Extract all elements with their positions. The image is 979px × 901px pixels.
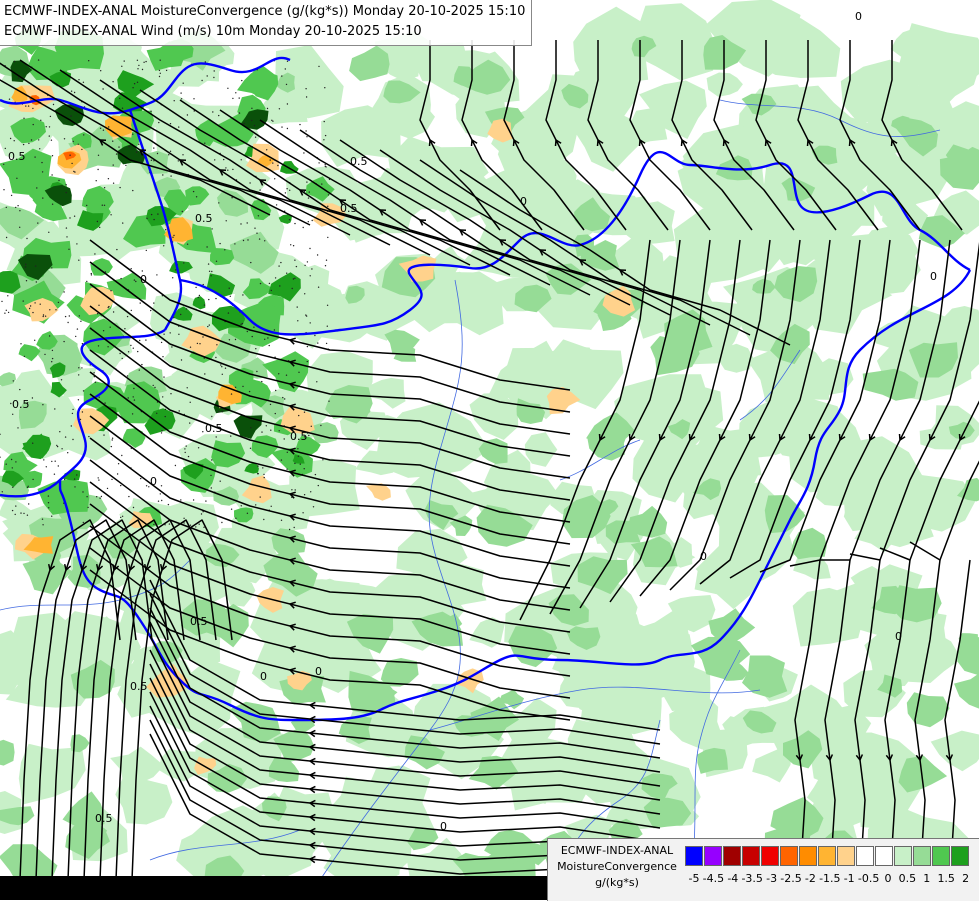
contour-label: 0.5 [195, 212, 213, 225]
legend-parameter: MoistureConvergence [557, 860, 677, 873]
legend-tick: 0 [884, 872, 892, 885]
legend-tick: 2 [962, 872, 970, 885]
legend-swatch [799, 846, 817, 866]
legend-swatch [818, 846, 836, 866]
legend-tick: 0.5 [898, 872, 917, 885]
contour-label: 0 [150, 475, 157, 488]
contour-label: 0.5 [290, 430, 308, 443]
legend-tick: -4.5 [702, 872, 725, 885]
legend-swatch [894, 846, 912, 866]
legend-swatch [856, 846, 874, 866]
legend-swatch [913, 846, 931, 866]
weather-map: 0.5 0.5 0.5 0.5 0.5 0.5 0.5 0.5 0.5 0.5 0 0 0 0 0 0 0 0 0 0 [0, 0, 979, 900]
legend-swatch [780, 846, 798, 866]
legend-tick: -2.5 [780, 872, 802, 885]
legend-tick: -1.5 [819, 872, 841, 885]
legend-swatch [685, 846, 703, 866]
legend-model: ECMWF-INDEX-ANAL [560, 844, 674, 857]
contour-label: 0.5 [190, 615, 208, 628]
legend-unit: g/(kg*s) [595, 876, 639, 889]
field-orange [105, 115, 133, 137]
legend-swatch [951, 846, 969, 866]
legend-tick: -3 [766, 872, 778, 885]
legend-tick: -2 [804, 872, 816, 885]
legend-swatch [837, 846, 855, 866]
contour-label: 0 [140, 273, 147, 286]
contour-label: 0.5 [8, 150, 26, 163]
legend-tick: -0.5 [857, 872, 880, 885]
legend-tick-labels: -5 -4.5 -4 -3.5 -3 -2.5 -2 -1.5 -1 -0.5 0 0.5 1 1.5 2 [685, 872, 977, 888]
contour-label: 0 [315, 665, 322, 678]
legend-swatch [761, 846, 779, 866]
contour-label: 0 [260, 670, 267, 683]
header-title-moisture: ECMWF-INDEX-ANAL MoistureConvergence (g/… [4, 4, 526, 19]
header-title-wind: ECMWF-INDEX-ANAL Wind (m/s) 10m Monday 2… [4, 24, 422, 39]
contour-label: 0 [855, 10, 862, 23]
contour-label: 0.5 [340, 202, 358, 215]
contour-label: 0.5 [350, 155, 368, 168]
contour-label: 0 [520, 195, 527, 208]
legend-color-bar [685, 846, 970, 866]
bottom-black-strip [0, 876, 547, 900]
contour-label: 0 [895, 630, 902, 643]
contour-label: 0.5 [130, 680, 148, 693]
legend-swatch [932, 846, 950, 866]
legend-swatch [723, 846, 741, 866]
contour-label: 0 [700, 550, 707, 563]
legend-tick: 1 [923, 872, 931, 885]
legend-swatch [875, 846, 893, 866]
legend-tick: -3.5 [741, 872, 763, 885]
contour-label: 0 [930, 270, 937, 283]
legend-tick: 1.5 [937, 872, 955, 885]
legend-tick: -5 [688, 872, 700, 885]
contour-label: 0 [440, 820, 447, 833]
contour-label: 0.5 [205, 422, 223, 435]
color-legend: ECMWF-INDEX-ANAL MoistureConvergence g/(… [547, 838, 979, 901]
contour-label: 0.5 [12, 398, 30, 411]
contour-label: 0.5 [95, 812, 113, 825]
legend-text: ECMWF-INDEX-ANAL MoistureConvergence g/(… [552, 843, 682, 891]
map-header: ECMWF-INDEX-ANAL MoistureConvergence (g/… [0, 0, 533, 46]
legend-tick: -1 [843, 872, 855, 885]
legend-tick: -4 [727, 872, 739, 885]
legend-swatch [742, 846, 760, 866]
legend-swatch [704, 846, 722, 866]
